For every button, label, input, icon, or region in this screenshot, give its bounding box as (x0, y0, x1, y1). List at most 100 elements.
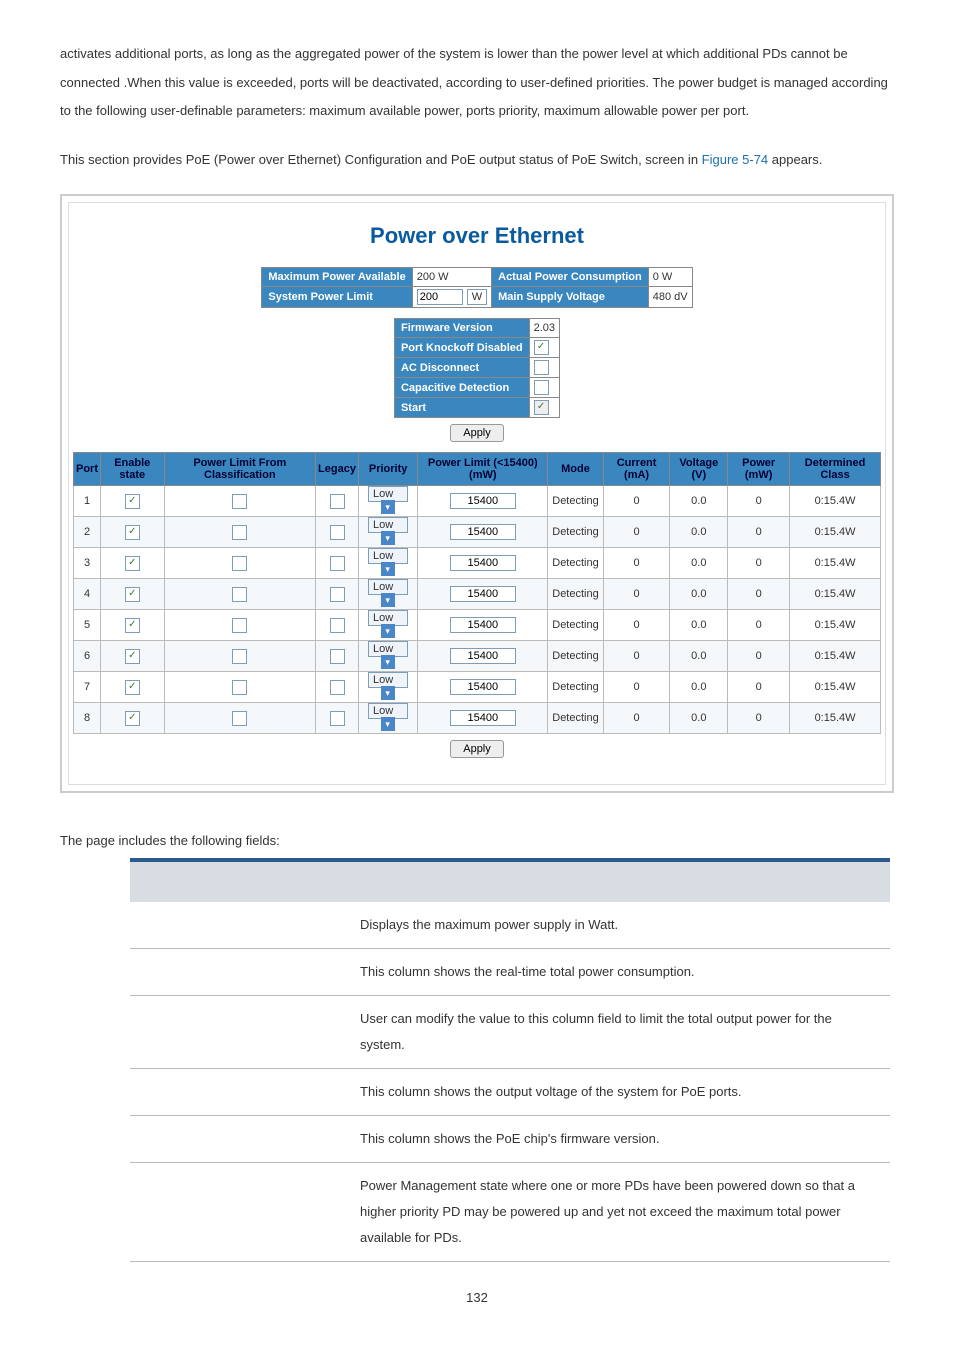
power-limit-input[interactable] (450, 493, 516, 509)
priority-cell[interactable]: Low▾ (358, 641, 417, 672)
cell-mode: Detecting (548, 703, 603, 734)
priority-cell[interactable]: Low▾ (358, 517, 417, 548)
plimit-cell[interactable] (418, 517, 548, 548)
field-row: Displays the maximum power supply in Wat… (130, 902, 890, 949)
ac-disconnect-checkbox[interactable] (534, 360, 549, 375)
power-limit-input[interactable] (450, 524, 516, 540)
col-determined: Determined Class (790, 453, 881, 486)
plimit-cell[interactable] (418, 486, 548, 517)
port-knockoff-checkbox[interactable] (534, 340, 549, 355)
field-desc: This column shows the real-time total po… (350, 949, 890, 996)
apply-button-top[interactable]: Apply (450, 424, 504, 442)
enable-checkbox[interactable] (125, 494, 140, 509)
legacy-checkbox[interactable] (330, 618, 345, 633)
chevron-down-icon[interactable]: ▾ (381, 717, 395, 731)
system-power-limit-input[interactable] (417, 289, 463, 305)
legacy-checkbox[interactable] (330, 556, 345, 571)
capacitive-detection-checkbox[interactable] (534, 380, 549, 395)
plfc-checkbox[interactable] (232, 649, 247, 664)
field-key (130, 1116, 350, 1163)
priority-cell[interactable]: Low▾ (358, 486, 417, 517)
plfc-checkbox[interactable] (232, 525, 247, 540)
priority-cell[interactable]: Low▾ (358, 703, 417, 734)
chevron-down-icon[interactable]: ▾ (381, 593, 395, 607)
apply-button-bottom[interactable]: Apply (450, 740, 504, 758)
power-limit-input[interactable] (450, 617, 516, 633)
enable-checkbox[interactable] (125, 587, 140, 602)
enable-checkbox[interactable] (125, 556, 140, 571)
priority-cell[interactable]: Low▾ (358, 610, 417, 641)
chevron-down-icon[interactable]: ▾ (381, 624, 395, 638)
start-checkbox (534, 400, 549, 415)
power-limit-input[interactable] (450, 586, 516, 602)
field-key (130, 996, 350, 1069)
plimit-cell[interactable] (418, 579, 548, 610)
enable-checkbox[interactable] (125, 618, 140, 633)
priority-cell[interactable]: Low▾ (358, 672, 417, 703)
enable-checkbox[interactable] (125, 525, 140, 540)
cell-current: 0 (603, 579, 670, 610)
plfc-checkbox[interactable] (232, 556, 247, 571)
fields-table: Displays the maximum power supply in Wat… (130, 858, 890, 1262)
actual-consumption-label: Actual Power Consumption (492, 268, 649, 287)
priority-cell[interactable]: Low▾ (358, 579, 417, 610)
actual-consumption-value: 0 W (648, 268, 692, 287)
field-desc: Displays the maximum power supply in Wat… (350, 902, 890, 949)
cell-voltage: 0.0 (670, 517, 728, 548)
field-row: User can modify the value to this column… (130, 996, 890, 1069)
cell-voltage: 0.0 (670, 672, 728, 703)
plimit-cell[interactable] (418, 703, 548, 734)
cell-mode: Detecting (548, 517, 603, 548)
col-plimit: Power Limit (<15400) (mW) (418, 453, 548, 486)
power-limit-input[interactable] (450, 648, 516, 664)
plimit-cell[interactable] (418, 672, 548, 703)
chevron-down-icon[interactable]: ▾ (381, 531, 395, 545)
power-limit-input[interactable] (450, 555, 516, 571)
plimit-cell[interactable] (418, 641, 548, 672)
field-desc: This column shows the PoE chip's firmwar… (350, 1116, 890, 1163)
chevron-down-icon[interactable]: ▾ (381, 500, 395, 514)
field-row: Power Management state where one or more… (130, 1163, 890, 1262)
figure-link[interactable]: Figure 5-74 (702, 152, 768, 167)
cell-determined: 0:15.4W (790, 703, 881, 734)
legacy-checkbox[interactable] (330, 587, 345, 602)
chevron-down-icon[interactable]: ▾ (381, 562, 395, 576)
cell-determined: 0:15.4W (790, 641, 881, 672)
power-limit-input[interactable] (450, 679, 516, 695)
priority-cell[interactable]: Low▾ (358, 548, 417, 579)
cell-voltage: 0.0 (670, 548, 728, 579)
plfc-checkbox[interactable] (232, 494, 247, 509)
enable-checkbox[interactable] (125, 649, 140, 664)
port-table: Port Enable state Power Limit From Class… (73, 452, 881, 734)
cell-port: 5 (74, 610, 101, 641)
page-number: 132 (60, 1290, 894, 1305)
legacy-checkbox[interactable] (330, 680, 345, 695)
legacy-checkbox[interactable] (330, 711, 345, 726)
cell-voltage: 0.0 (670, 641, 728, 672)
plimit-cell[interactable] (418, 610, 548, 641)
plfc-checkbox[interactable] (232, 711, 247, 726)
chevron-down-icon[interactable]: ▾ (381, 686, 395, 700)
legacy-checkbox[interactable] (330, 649, 345, 664)
col-voltage: Voltage (V) (670, 453, 728, 486)
chevron-down-icon[interactable]: ▾ (381, 655, 395, 669)
cell-mode: Detecting (548, 548, 603, 579)
cell-determined: 0:15.4W (790, 548, 881, 579)
field-desc: This column shows the output voltage of … (350, 1069, 890, 1116)
plfc-checkbox[interactable] (232, 618, 247, 633)
cell-power: 0 (728, 610, 790, 641)
enable-checkbox[interactable] (125, 680, 140, 695)
legacy-checkbox[interactable] (330, 494, 345, 509)
cell-power: 0 (728, 703, 790, 734)
cell-port: 7 (74, 672, 101, 703)
plfc-checkbox[interactable] (232, 680, 247, 695)
plimit-cell[interactable] (418, 548, 548, 579)
firmware-version-label: Firmware Version (394, 319, 529, 338)
legacy-checkbox[interactable] (330, 525, 345, 540)
plfc-checkbox[interactable] (232, 587, 247, 602)
summary-table: Maximum Power Available 200 W Actual Pow… (261, 267, 692, 308)
enable-checkbox[interactable] (125, 711, 140, 726)
power-limit-input[interactable] (450, 710, 516, 726)
cell-mode: Detecting (548, 610, 603, 641)
cell-voltage: 0.0 (670, 703, 728, 734)
